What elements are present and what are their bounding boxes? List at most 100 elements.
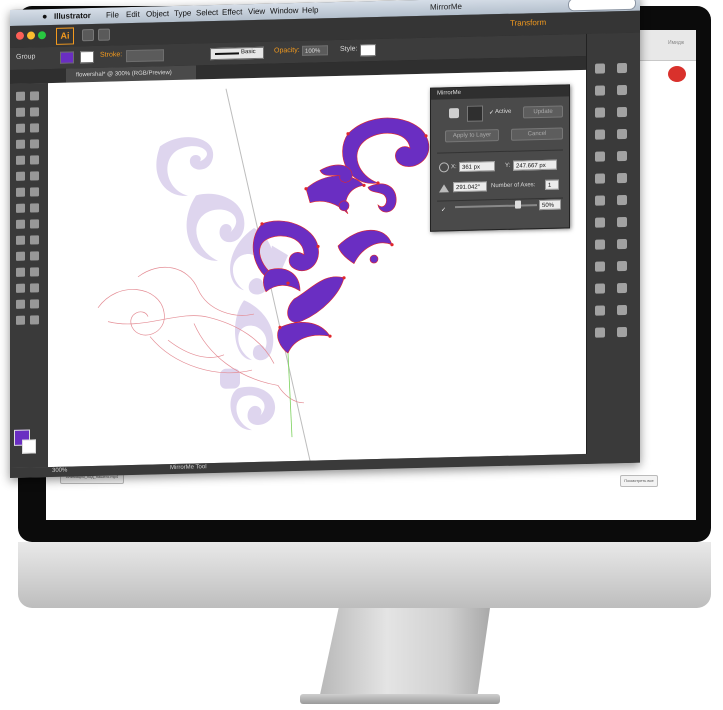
axis-handle[interactable] — [287, 353, 293, 438]
arrange-documents-icon[interactable] — [98, 28, 110, 41]
appearance-panel-icon[interactable] — [617, 150, 627, 162]
gradient-tool-icon[interactable] — [30, 235, 39, 245]
mirrorme-panel-title[interactable]: MirrorMe — [431, 85, 569, 100]
close-window-icon[interactable] — [16, 31, 24, 40]
update-button[interactable]: Update — [523, 105, 563, 119]
menu-file[interactable]: File — [106, 10, 119, 19]
pen-tool-icon[interactable] — [16, 123, 25, 133]
line-tool-icon[interactable] — [16, 139, 25, 149]
stroke-color-box[interactable] — [22, 439, 36, 454]
artboard-tool-icon[interactable] — [16, 283, 25, 293]
stroke-color-swatch[interactable] — [80, 50, 94, 64]
brush-definition-dropdown[interactable]: Basic — [210, 46, 264, 61]
bridge-icon[interactable] — [82, 28, 94, 42]
opentype-panel-icon[interactable] — [617, 216, 627, 228]
browser-show-all-button[interactable]: Посмотреть все — [620, 475, 658, 487]
transform-panel-link[interactable]: Transform — [510, 18, 546, 28]
free-transform-tool-icon[interactable] — [30, 203, 39, 213]
direct-selection-tool-icon[interactable] — [30, 91, 39, 101]
brushes-panel-icon[interactable] — [617, 84, 627, 96]
pencil-tool-icon[interactable] — [30, 155, 39, 165]
symbols-panel-icon[interactable] — [595, 107, 605, 118]
apply-to-layer-button[interactable]: Apply to Layer — [445, 129, 499, 143]
navigator-panel-icon[interactable] — [617, 260, 627, 272]
column-graph-tool-icon[interactable] — [30, 267, 39, 277]
hand-tool-icon[interactable] — [30, 299, 39, 309]
opacity-field-panel[interactable]: 50% — [539, 199, 561, 211]
actions-panel-icon[interactable] — [617, 282, 627, 294]
current-tool-status[interactable]: MirrorMe Tool — [170, 464, 207, 471]
opacity-slider-thumb[interactable] — [515, 200, 521, 209]
symmetry-mode-icon[interactable] — [449, 108, 459, 119]
zoom-window-icon[interactable] — [38, 31, 46, 40]
magic-wand-tool-icon[interactable] — [16, 107, 25, 117]
mesh-tool-icon[interactable] — [16, 235, 25, 245]
paintbrush-tool-icon[interactable] — [16, 155, 25, 165]
swatches-panel-icon[interactable] — [595, 85, 605, 96]
menu-select[interactable]: Select — [196, 8, 218, 18]
notification-bubble[interactable] — [668, 66, 686, 82]
slice-tool-icon[interactable] — [30, 283, 39, 293]
type-tool-icon[interactable] — [30, 123, 39, 133]
zoom-level[interactable]: 300% — [52, 468, 67, 474]
menu-help[interactable]: Help — [302, 5, 318, 14]
spotlight-search-field[interactable] — [568, 0, 636, 12]
info-panel-icon[interactable] — [595, 283, 605, 294]
symbol-sprayer-tool-icon[interactable] — [16, 267, 25, 277]
y-field[interactable]: 247.667 px — [513, 159, 557, 171]
opacity-field[interactable]: 100% — [302, 45, 328, 56]
mirrorme-tool-icon[interactable] — [16, 299, 25, 309]
menu-window[interactable]: Window — [270, 6, 298, 16]
shape-builder-tool-icon[interactable] — [16, 219, 25, 229]
layers-panel-icon[interactable] — [595, 239, 605, 250]
transparency-panel-icon[interactable] — [595, 151, 605, 162]
apple-menu-icon[interactable]: ● — [42, 11, 47, 21]
flattener-panel-icon[interactable] — [595, 327, 605, 338]
graphic-style-swatch[interactable] — [360, 44, 376, 57]
minimize-window-icon[interactable] — [27, 31, 35, 40]
menu-object[interactable]: Object — [146, 9, 169, 19]
graphic-styles-panel-icon[interactable] — [617, 106, 627, 118]
gradient-panel-icon[interactable] — [617, 128, 627, 140]
character-panel-icon[interactable] — [617, 194, 627, 206]
document-info-panel-icon[interactable] — [617, 304, 627, 316]
selection-tool-icon[interactable] — [16, 91, 25, 101]
scale-tool-icon[interactable] — [30, 187, 39, 197]
stroke-label[interactable]: Stroke: — [100, 51, 122, 59]
scissors-tool-icon[interactable] — [30, 315, 39, 325]
menu-type[interactable]: Type — [174, 9, 191, 18]
color-panel-icon[interactable] — [595, 63, 605, 74]
rotate-tool-icon[interactable] — [16, 187, 25, 197]
rectangle-tool-icon[interactable] — [30, 139, 39, 149]
pathfinder-panel-icon[interactable] — [617, 172, 627, 184]
color-guide-panel-icon[interactable] — [617, 62, 627, 74]
menu-edit[interactable]: Edit — [126, 10, 140, 19]
links-panel-icon[interactable] — [595, 261, 605, 272]
blend-tool-icon[interactable] — [30, 251, 39, 261]
mirrorme-artwork[interactable] — [252, 117, 429, 354]
menu-effect[interactable]: Effect — [222, 7, 242, 16]
transform-panel-icon[interactable] — [595, 195, 605, 206]
zoom-tool-icon[interactable] — [16, 315, 25, 325]
artboards-panel-icon[interactable] — [617, 238, 627, 250]
stroke-panel-icon[interactable] — [595, 129, 605, 140]
active-checkmark[interactable]: ✓ — [489, 109, 494, 116]
preview-check-icon[interactable]: ✓ — [441, 206, 446, 213]
lasso-tool-icon[interactable] — [30, 107, 39, 117]
perspective-grid-tool-icon[interactable] — [30, 219, 39, 229]
cancel-button[interactable]: Cancel — [511, 127, 563, 141]
angle-field[interactable]: 291.042° — [453, 181, 487, 193]
separations-panel-icon[interactable] — [617, 326, 627, 338]
blob-brush-tool-icon[interactable] — [16, 171, 25, 181]
mirror-type-icon[interactable] — [467, 105, 483, 122]
width-tool-icon[interactable] — [16, 203, 25, 213]
eyedropper-tool-icon[interactable] — [16, 251, 25, 261]
eraser-tool-icon[interactable] — [30, 171, 39, 181]
x-field[interactable]: 361 px — [459, 161, 495, 173]
attributes-panel-icon[interactable] — [595, 305, 605, 316]
menu-view[interactable]: View — [248, 7, 265, 16]
opacity-label[interactable]: Opacity: — [274, 47, 300, 55]
opacity-slider-track[interactable] — [455, 204, 537, 209]
fill-color-swatch[interactable] — [60, 51, 74, 64]
stroke-weight-field[interactable] — [126, 49, 164, 63]
